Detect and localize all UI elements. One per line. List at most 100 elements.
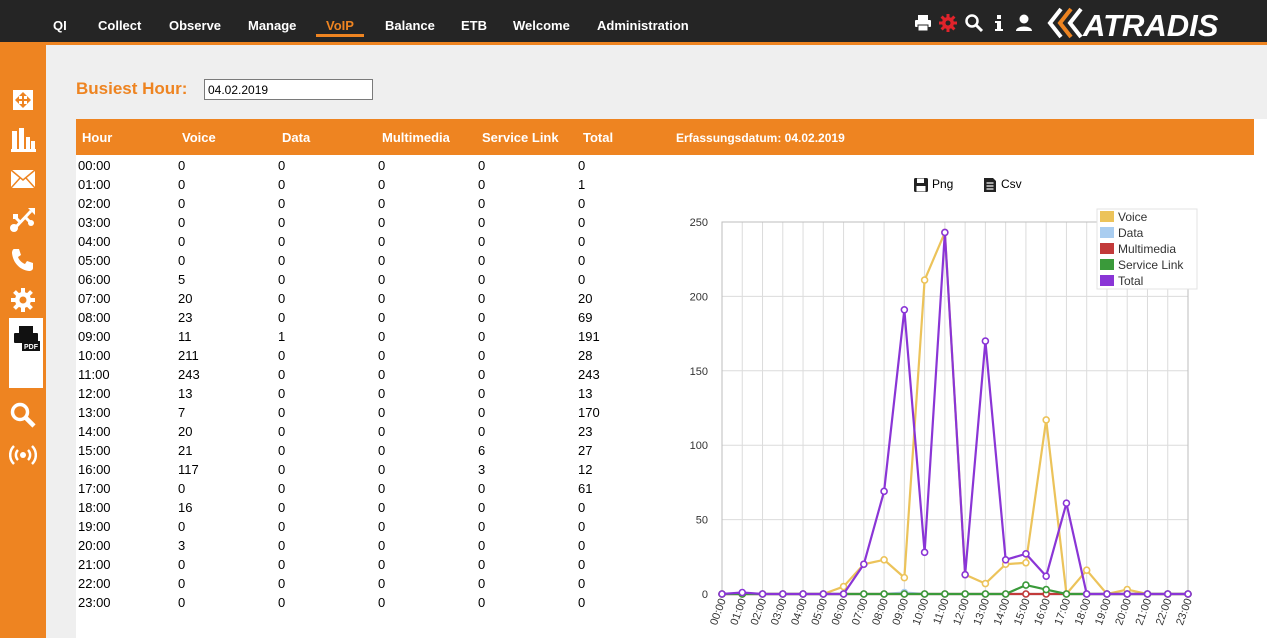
print-pdf-icon[interactable]: PDF <box>12 324 40 352</box>
x-tick-label: 11:00 <box>931 597 951 626</box>
cell-service-link: 0 <box>478 538 486 553</box>
nav-item-etb[interactable]: ETB <box>461 18 487 33</box>
nav-item-balance[interactable]: Balance <box>385 18 435 33</box>
data-point-voice <box>839 582 848 591</box>
cell-service-link: 0 <box>478 310 486 325</box>
cell-voice: 117 <box>178 462 199 477</box>
bar-chart-icon[interactable] <box>9 125 37 153</box>
cell-total: 243 <box>578 367 600 382</box>
chart-legend: Voice Data Multimedia Service Link Total <box>1096 208 1198 290</box>
x-tick-label: 21:00 <box>1134 597 1155 627</box>
nav-item-welcome[interactable]: Welcome <box>513 18 570 33</box>
data-point-total <box>1184 590 1192 598</box>
nav-item-qi[interactable]: QI <box>53 18 67 33</box>
svg-text:ATRADIS: ATRADIS <box>1082 8 1219 40</box>
y-tick-label: 100 <box>690 440 708 452</box>
cell-multimedia: 0 <box>378 272 386 287</box>
x-tick-label: 07:00 <box>850 597 871 627</box>
x-tick-label: 08:00 <box>870 597 891 627</box>
data-point-total <box>738 588 747 597</box>
nav-item-administration[interactable]: Administration <box>597 18 689 33</box>
cell-multimedia: 0 <box>378 158 386 173</box>
cell-data: 0 <box>278 291 286 306</box>
cell-service-link: 0 <box>478 348 486 363</box>
cell-voice: 21 <box>178 443 193 458</box>
data-point-total <box>819 590 828 598</box>
nav-item-collect[interactable]: Collect <box>98 18 141 33</box>
sidebar: PDF <box>0 45 46 638</box>
cell-data: 0 <box>278 310 286 325</box>
move-arrows-icon[interactable] <box>9 86 37 114</box>
data-point-total <box>1163 590 1172 598</box>
data-point-service-link <box>1042 585 1050 594</box>
x-tick-label: 14:00 <box>992 597 1013 627</box>
cell-multimedia: 0 <box>378 538 386 553</box>
sidebar-active-item[interactable]: PDF <box>9 318 43 388</box>
zoom-icon[interactable] <box>9 401 37 429</box>
data-point-service-link <box>1022 581 1030 589</box>
cell-hour: 00:00 <box>78 158 111 173</box>
legend-label-total: Total <box>1118 274 1143 288</box>
cell-data: 0 <box>278 462 286 477</box>
phone-icon[interactable] <box>9 246 37 274</box>
cell-multimedia: 0 <box>378 177 386 192</box>
data-point-total <box>799 590 807 598</box>
cell-voice: 3 <box>178 538 186 553</box>
cell-hour: 16:00 <box>78 462 111 477</box>
nav-item-observe[interactable]: Observe <box>169 18 221 33</box>
table-header: Hour Voice Data Multimedia Service Link … <box>76 119 666 155</box>
cell-total: 0 <box>578 500 586 515</box>
usb-icon[interactable] <box>9 205 37 233</box>
cell-hour: 14:00 <box>78 424 111 439</box>
print-icon[interactable] <box>913 13 933 33</box>
data-point-multimedia <box>1022 590 1030 598</box>
cell-hour: 10:00 <box>78 348 111 363</box>
data-point-total <box>1143 590 1152 598</box>
data-point-service-link <box>860 590 868 598</box>
x-tick-label: 06:00 <box>830 597 851 627</box>
info-icon[interactable] <box>989 13 1009 33</box>
x-tick-label: 22:00 <box>1154 597 1175 627</box>
data-point-voice <box>1022 558 1030 567</box>
cell-service-link: 0 <box>478 500 486 515</box>
legend-label-multimedia: Multimedia <box>1118 242 1176 256</box>
chart-panel: Erfassungsdatum: 04.02.2019 Png Csv 0 50 1… <box>666 119 1267 638</box>
cell-total: 170 <box>578 405 600 420</box>
cell-hour: 04:00 <box>78 234 111 249</box>
x-tick-label: 10:00 <box>911 597 932 627</box>
search-icon[interactable] <box>964 13 984 33</box>
x-tick-label: 01:00 <box>728 597 749 627</box>
user-icon[interactable] <box>1014 13 1034 33</box>
date-input[interactable] <box>204 79 373 100</box>
cell-voice: 243 <box>178 367 200 382</box>
network-map-icon[interactable] <box>9 165 37 193</box>
cell-data: 0 <box>278 538 286 553</box>
cell-hour: 23:00 <box>78 595 111 610</box>
cell-multimedia: 0 <box>378 253 386 268</box>
busiest-hour-label: Busiest Hour: <box>76 79 188 98</box>
nav-item-manage[interactable]: Manage <box>248 18 296 33</box>
data-point-total <box>920 548 929 557</box>
nav-item-voip[interactable]: VoIP <box>326 18 354 33</box>
cell-multimedia: 0 <box>378 519 386 534</box>
gear-icon[interactable] <box>9 286 37 314</box>
cell-total: 0 <box>578 576 586 591</box>
cell-voice: 0 <box>178 215 186 230</box>
cell-hour: 17:00 <box>78 481 111 496</box>
settings-gear-icon[interactable] <box>938 13 958 33</box>
cell-hour: 20:00 <box>78 538 111 553</box>
cell-hour: 05:00 <box>78 253 111 268</box>
cell-hour: 15:00 <box>78 443 111 458</box>
broadcast-icon[interactable] <box>9 441 37 469</box>
data-point-total <box>1082 590 1091 598</box>
cell-multimedia: 0 <box>378 576 386 591</box>
cell-hour: 12:00 <box>78 386 111 401</box>
cell-multimedia: 0 <box>378 386 386 401</box>
data-point-service-link <box>941 590 949 598</box>
data-point-total <box>718 590 726 598</box>
cell-voice: 0 <box>178 481 186 496</box>
cell-multimedia: 0 <box>378 348 386 363</box>
x-tick-label: 18:00 <box>1073 597 1094 627</box>
x-tick-label: 00:00 <box>708 597 729 627</box>
cell-total: 0 <box>578 196 586 211</box>
